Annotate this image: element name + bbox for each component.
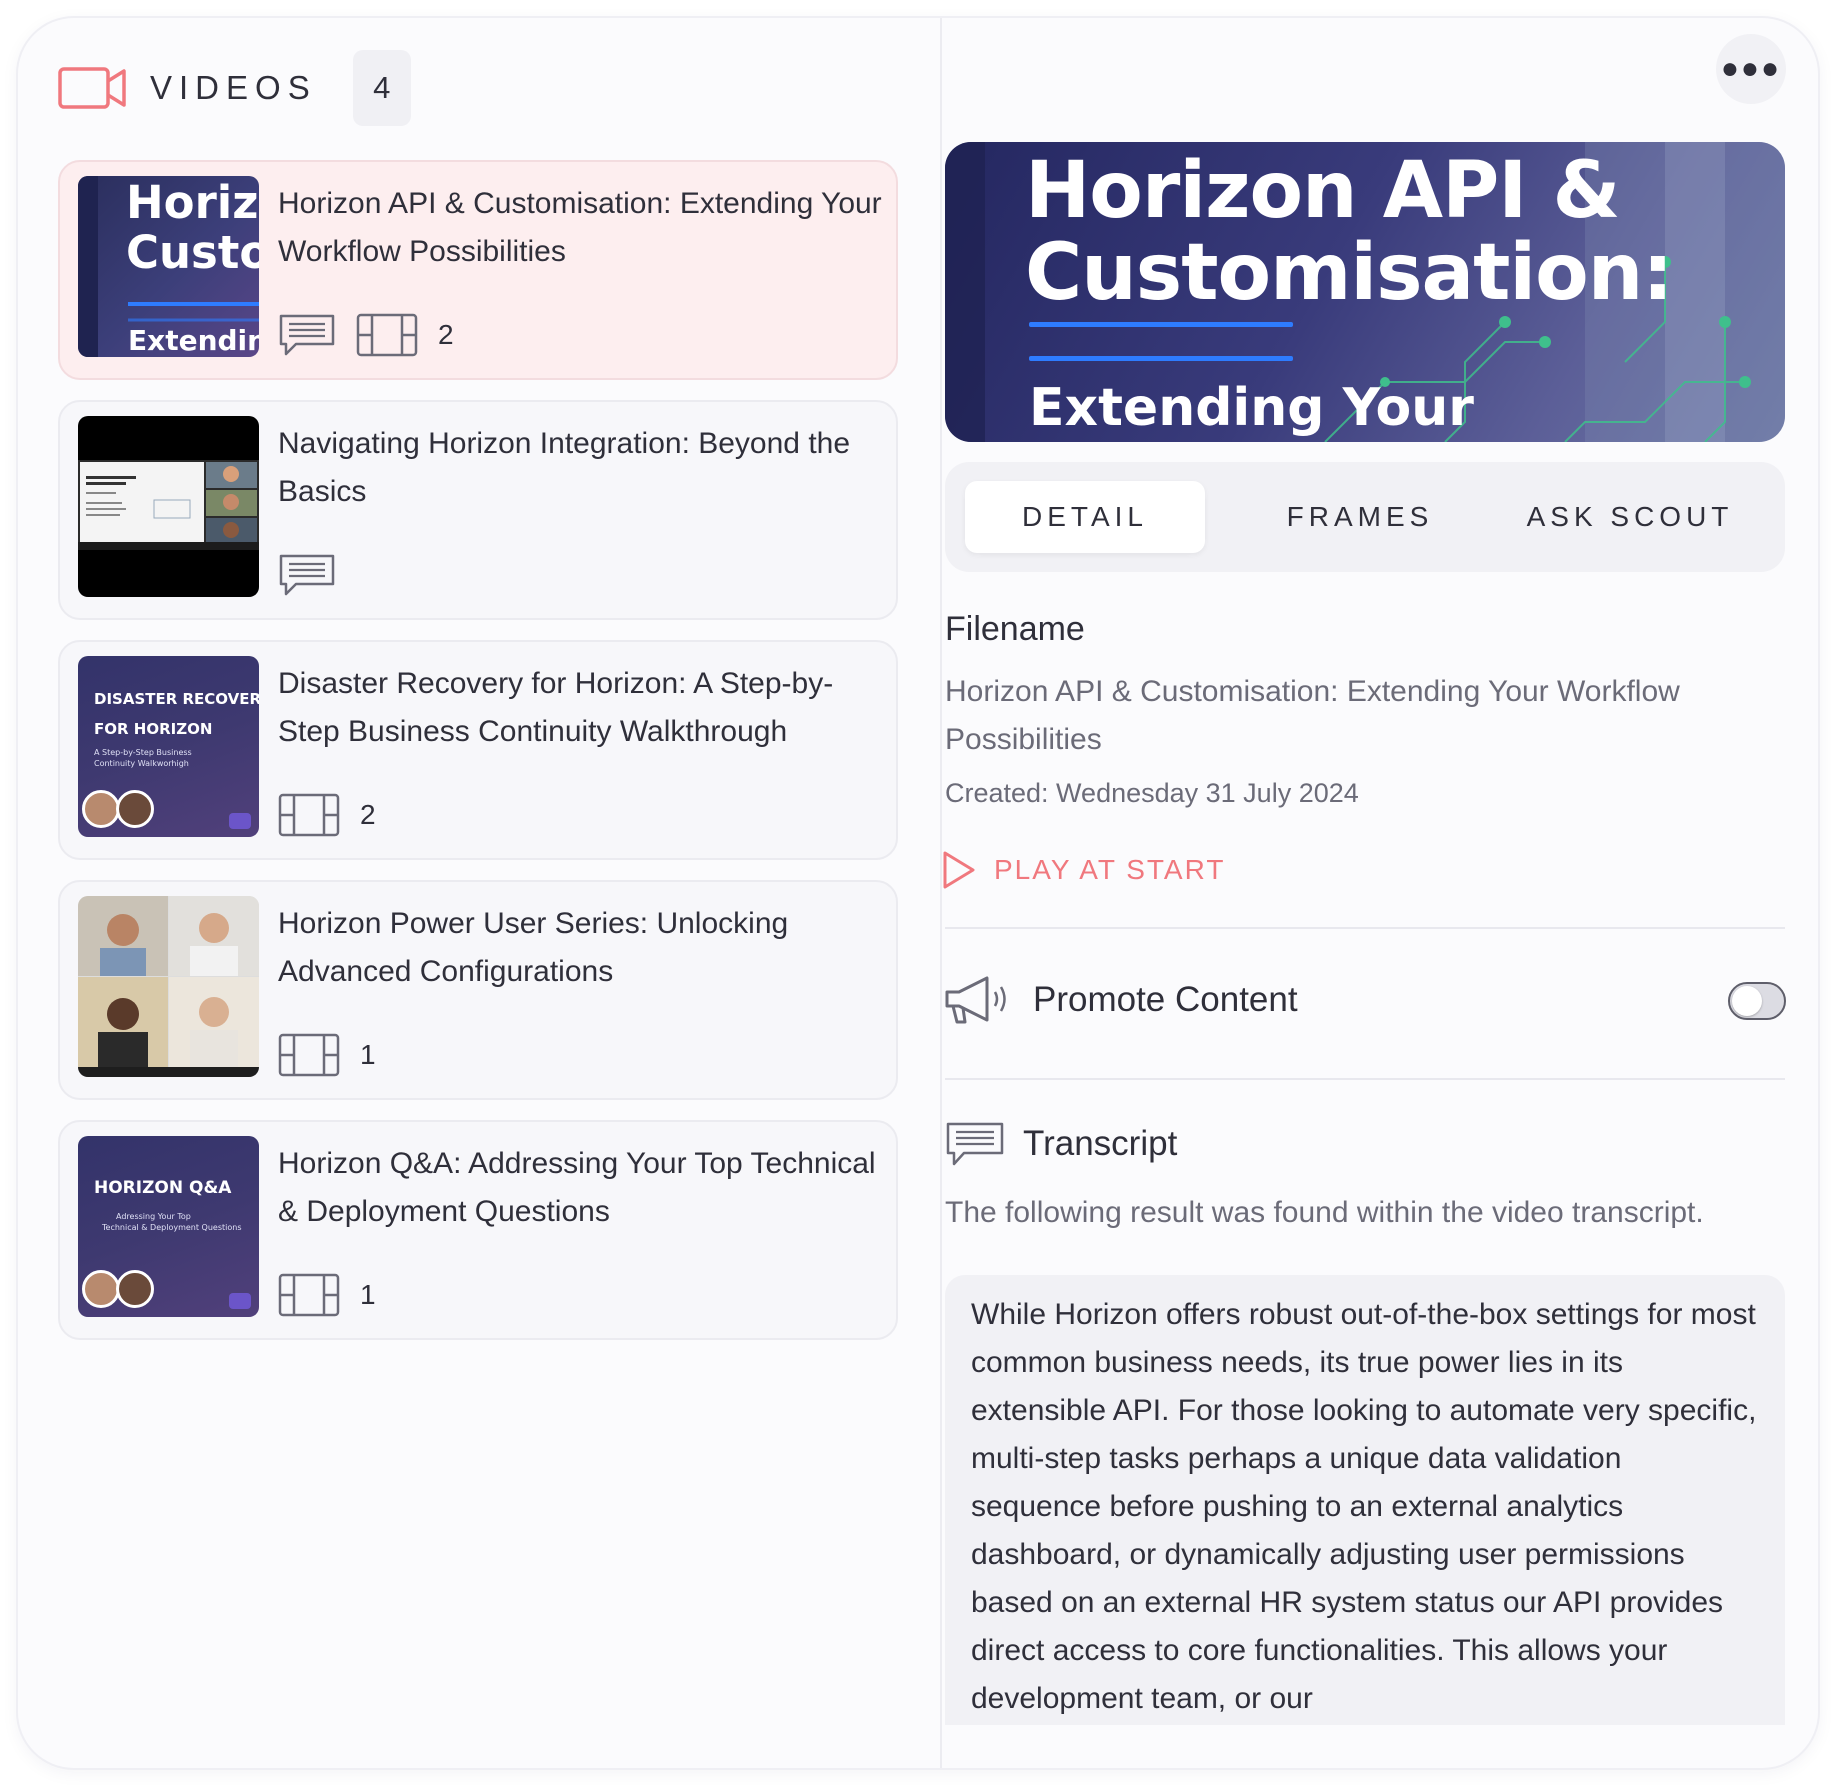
filename-value: Horizon API & Customisation: Extending Y… xyxy=(945,675,1680,756)
video-list-item[interactable]: Horizon Power User Series: Unlocking Adv… xyxy=(58,880,898,1100)
frames-icon xyxy=(356,313,418,357)
transcript-title: Transcript xyxy=(1023,1124,1178,1163)
hero-accent-line xyxy=(1029,356,1293,361)
transcript-icon xyxy=(279,314,335,356)
play-at-start-label: PLAY AT START xyxy=(994,854,1226,885)
video-call-grid-graphic xyxy=(78,896,259,1077)
frames-count: 1 xyxy=(360,1039,376,1070)
play-icon xyxy=(229,1293,251,1309)
thumb-subtitle: Extending xyxy=(128,324,259,357)
thumb-subtitle-1: Adressing Your Top xyxy=(116,1212,191,1221)
video-meta: 2 xyxy=(278,312,454,358)
video-title: Horizon API & Customisation: Extending Y… xyxy=(278,187,882,268)
avatar xyxy=(116,790,154,828)
hero-accent-line xyxy=(1029,322,1293,327)
hero-title-line-1: Horizon API & xyxy=(1025,146,1620,236)
transcript-note: The following result was found within th… xyxy=(945,1196,1704,1229)
videos-header: VIDEOS 4 xyxy=(58,48,411,128)
videos-title: VIDEOS xyxy=(150,69,317,106)
video-thumbnail xyxy=(78,416,259,597)
play-icon xyxy=(229,813,251,829)
frames-count: 2 xyxy=(360,799,376,830)
videos-count-badge: 4 xyxy=(352,50,411,126)
thumb-title-2: FOR HORIZON xyxy=(94,720,213,738)
frames-icon xyxy=(278,1273,340,1317)
hero-subtitle: Extending Your xyxy=(1029,378,1474,438)
hero-title: Horizon API & Customisation: xyxy=(1025,146,1673,318)
toggle-knob xyxy=(1732,986,1762,1016)
thumb-title-1: DISASTER RECOVERY xyxy=(94,690,259,708)
promote-content-label: Promote Content xyxy=(1033,980,1298,1019)
video-thumbnail xyxy=(78,896,259,1077)
play-at-start-button[interactable]: PLAY AT START xyxy=(942,850,1225,890)
promote-content-row: Promote Content xyxy=(943,968,1298,1032)
video-title: Horizon Power User Series: Unlocking Adv… xyxy=(278,907,789,988)
frames-icon xyxy=(278,1033,340,1077)
video-thumbnail: HORIZON Q&A Adressing Your Top Technical… xyxy=(78,1136,259,1317)
thumb-subtitle-2: Continuity Walkworhigh xyxy=(94,759,189,768)
thumb-title-2: Custon xyxy=(126,226,259,279)
video-meta: 1 xyxy=(278,1032,376,1078)
promote-content-toggle[interactable] xyxy=(1728,982,1786,1020)
video-title: Navigating Horizon Integration: Beyond t… xyxy=(278,427,851,508)
play-icon xyxy=(943,851,975,889)
transcript-header: Transcript xyxy=(945,1116,1177,1172)
avatar xyxy=(82,1270,120,1308)
video-thumbnail: Horizo Custon Extending xyxy=(78,176,259,357)
transcript-icon xyxy=(946,1122,1004,1166)
thumb-title-1: Horizo xyxy=(126,176,259,229)
video-meta: 2 xyxy=(278,792,376,838)
section-divider xyxy=(945,1078,1785,1080)
avatar xyxy=(82,790,120,828)
video-meta: 1 xyxy=(278,1272,376,1318)
panel-divider xyxy=(940,18,942,1768)
tab-ask-scout[interactable]: ASK SCOUT xyxy=(1495,481,1765,553)
transcript-excerpt: While Horizon offers robust out-of-the-b… xyxy=(945,1275,1785,1725)
avatar xyxy=(116,1270,154,1308)
ellipsis-icon: ●●● xyxy=(1720,52,1782,85)
tab-frames[interactable]: FRAMES xyxy=(1225,481,1495,553)
frames-count: 2 xyxy=(438,319,454,350)
thumb-subtitle-1: A Step-by-Step Business xyxy=(94,748,192,757)
video-thumbnail: DISASTER RECOVERY FOR HORIZON A Step-by-… xyxy=(78,656,259,837)
video-preview[interactable]: Horizon API & Customisation: Extending Y… xyxy=(945,142,1785,442)
thumb-title: HORIZON Q&A xyxy=(94,1178,232,1198)
video-list-item[interactable]: Navigating Horizon Integration: Beyond t… xyxy=(58,400,898,620)
hero-title-line-2: Customisation: xyxy=(1025,228,1673,318)
meeting-screenshot-graphic xyxy=(78,460,259,550)
video-meta xyxy=(278,552,356,598)
tab-detail[interactable]: DETAIL xyxy=(965,481,1205,553)
video-title: Disaster Recovery for Horizon: A Step-by… xyxy=(278,667,834,748)
video-camera-icon xyxy=(58,67,126,109)
video-list-item[interactable]: DISASTER RECOVERY FOR HORIZON A Step-by-… xyxy=(58,640,898,860)
thumb-subtitle-2: Technical & Deployment Questions xyxy=(102,1223,242,1232)
detail-tabs: DETAIL FRAMES ASK SCOUT xyxy=(945,462,1785,572)
more-options-button[interactable]: ●●● xyxy=(1716,34,1786,104)
section-divider xyxy=(945,927,1785,929)
video-list-item[interactable]: HORIZON Q&A Adressing Your Top Technical… xyxy=(58,1120,898,1340)
video-title: Horizon Q&A: Addressing Your Top Technic… xyxy=(278,1147,876,1228)
created-date: Created: Wednesday 31 July 2024 xyxy=(945,778,1359,808)
frames-count: 1 xyxy=(360,1279,376,1310)
video-list-item[interactable]: Horizo Custon Extending Horizon API & Cu… xyxy=(58,160,898,380)
video-list: Horizo Custon Extending Horizon API & Cu… xyxy=(58,160,898,1360)
frames-icon xyxy=(278,793,340,837)
megaphone-icon xyxy=(945,976,1006,1024)
filename-label: Filename xyxy=(945,610,1085,648)
transcript-text: While Horizon offers robust out-of-the-b… xyxy=(971,1298,1757,1715)
transcript-icon xyxy=(279,554,335,596)
